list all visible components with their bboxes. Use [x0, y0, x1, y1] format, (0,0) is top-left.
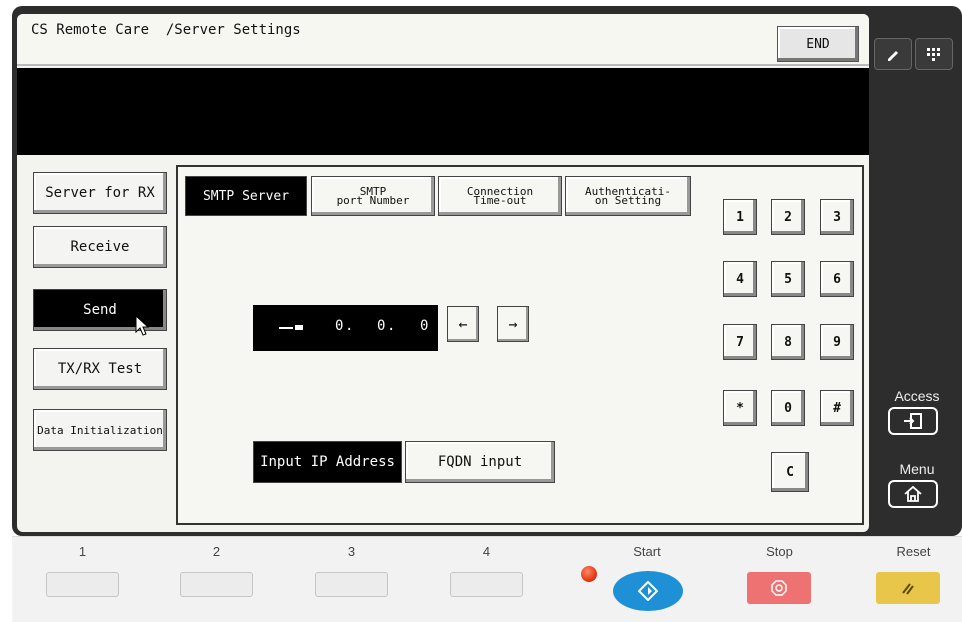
arrow-right-icon: →: [508, 315, 518, 333]
key-7[interactable]: 7: [723, 324, 757, 360]
server-for-rx-button[interactable]: Server for RX: [33, 172, 167, 214]
key-0-label: 0: [784, 400, 792, 416]
cursor-left-button[interactable]: ←: [447, 306, 479, 342]
key-hash-label: #: [833, 400, 841, 416]
arrow-left-icon: ←: [458, 315, 468, 333]
key-9-label: 9: [833, 334, 841, 350]
fqdn-input-button[interactable]: FQDN input: [405, 441, 555, 483]
tab-connection-timeout[interactable]: Connection Time-out: [438, 176, 562, 216]
status-led-indicator: [581, 566, 597, 582]
stop-icon: [771, 580, 787, 596]
tab-authentication-setting[interactable]: Authenticati- on Setting: [565, 176, 691, 216]
home-icon: [904, 485, 922, 502]
touch-screen: CS Remote Care /Server Settings END Serv…: [17, 14, 869, 532]
reset-button[interactable]: [876, 572, 940, 604]
register-key-3-label: 3: [347, 544, 356, 559]
screen-header: CS Remote Care /Server Settings END: [17, 14, 869, 66]
menu-label: Menu: [899, 461, 935, 477]
tab-smtp-port-number[interactable]: SMTP port Number: [311, 176, 435, 216]
input-ip-address-button[interactable]: Input IP Address: [253, 441, 402, 483]
mouse-cursor-icon: [135, 315, 150, 336]
ip-octet-3: 0: [377, 318, 386, 334]
register-key-3[interactable]: [315, 572, 388, 597]
ip-dot-2: .: [387, 318, 396, 334]
key-clear[interactable]: C: [771, 452, 809, 492]
tab-connection-label: Connection Time-out: [467, 186, 533, 207]
key-2-label: 2: [784, 209, 792, 225]
stop-label: Stop: [766, 544, 793, 559]
start-diamond-icon: [638, 581, 658, 601]
start-button[interactable]: [613, 571, 683, 611]
tab-authentication-label: Authenticati- on Setting: [585, 186, 671, 207]
tab-smtp-server[interactable]: SMTP Server: [185, 176, 307, 216]
register-key-4-label: 4: [482, 544, 491, 559]
key-2[interactable]: 2: [771, 199, 805, 235]
data-initialization-button[interactable]: Data Initialization: [33, 409, 167, 451]
receive-label: Receive: [70, 238, 130, 255]
tab-connection-line2: Time-out: [473, 194, 527, 207]
start-label: Start: [633, 544, 661, 559]
reset-icon: [902, 583, 914, 595]
key-9[interactable]: 9: [820, 324, 854, 360]
txrx-test-label: TX/RX Test: [57, 360, 143, 377]
pencil-icon: [888, 51, 898, 61]
register-key-2-label: 2: [212, 544, 221, 559]
key-hash[interactable]: #: [820, 390, 854, 426]
edit-button[interactable]: [874, 38, 912, 70]
key-4-label: 4: [736, 271, 744, 287]
keypad-toggle-button[interactable]: [915, 38, 953, 70]
key-8-label: 8: [784, 334, 792, 350]
key-6[interactable]: 6: [820, 261, 854, 297]
key-3-label: 3: [833, 209, 841, 225]
register-key-1[interactable]: [46, 572, 119, 597]
tab-smtp-server-label: SMTP Server: [202, 188, 290, 204]
content-panel: SMTP Server SMTP port Number Connection …: [176, 165, 864, 525]
access-label: Access: [894, 388, 940, 404]
reset-label: Reset: [896, 544, 931, 559]
key-6-label: 6: [833, 271, 841, 287]
page-title: CS Remote Care /Server Settings: [31, 22, 301, 38]
access-icon: [904, 413, 922, 429]
keypad-icon: [927, 48, 940, 61]
send-label: Send: [83, 301, 117, 318]
key-0[interactable]: 0: [771, 390, 805, 426]
key-star-label: *: [736, 400, 744, 416]
receive-button[interactable]: Receive: [33, 226, 167, 268]
access-button[interactable]: [888, 407, 938, 435]
data-initialization-label: Data Initialization: [37, 423, 163, 437]
key-8[interactable]: 8: [771, 324, 805, 360]
key-7-label: 7: [736, 334, 744, 350]
key-1-label: 1: [736, 209, 744, 225]
register-key-4[interactable]: [450, 572, 523, 597]
input-ip-address-label: Input IP Address: [260, 454, 395, 470]
fqdn-input-label: FQDN input: [437, 454, 523, 470]
key-1[interactable]: 1: [723, 199, 757, 235]
ip-octet-2: 0: [335, 318, 344, 334]
tab-smtp-port-label: SMTP port Number: [336, 186, 410, 207]
register-key-1-label: 1: [78, 544, 87, 559]
end-button[interactable]: END: [777, 26, 859, 62]
key-4[interactable]: 4: [723, 261, 757, 297]
ip-dot-1: .: [345, 318, 354, 334]
ip-octet-4: 0: [420, 318, 429, 334]
tab-smtp-port-line2: port Number: [336, 194, 410, 207]
tab-authentication-line2: on Setting: [594, 194, 662, 207]
key-clear-label: C: [786, 464, 794, 480]
key-star[interactable]: *: [723, 390, 757, 426]
key-3[interactable]: 3: [820, 199, 854, 235]
message-bar: [17, 68, 869, 155]
menu-button[interactable]: [888, 480, 938, 508]
ip-address-field[interactable]: 0 . 0 . 0: [253, 305, 438, 351]
cursor-right-button[interactable]: →: [497, 306, 529, 342]
register-key-2[interactable]: [180, 572, 253, 597]
key-5[interactable]: 5: [771, 261, 805, 297]
key-5-label: 5: [784, 271, 792, 287]
stop-button[interactable]: [747, 572, 811, 604]
txrx-test-button[interactable]: TX/RX Test: [33, 348, 167, 390]
server-for-rx-label: Server for RX: [45, 184, 155, 201]
text-cursor: [279, 321, 309, 330]
